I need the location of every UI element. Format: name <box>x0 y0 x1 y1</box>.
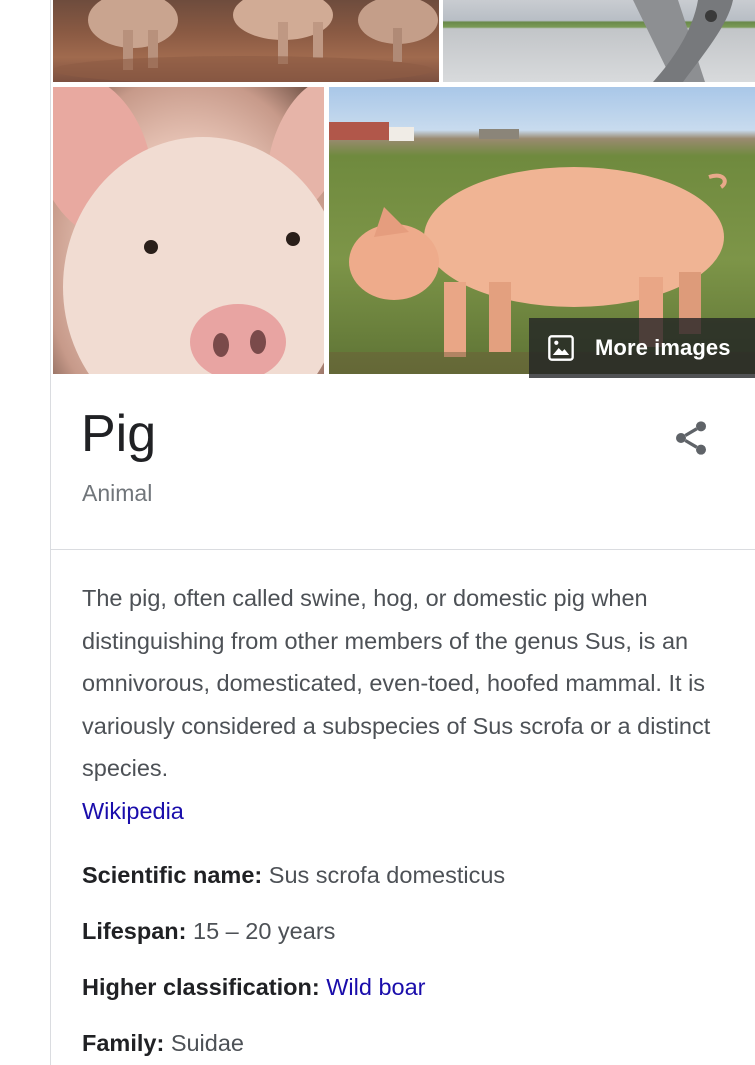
fact-lifespan: Lifespan: 15 – 20 years <box>82 918 335 945</box>
pig-image-face[interactable] <box>53 87 324 374</box>
fact-value: Suidae <box>170 1030 244 1056</box>
fact-family: Family: Suidae <box>82 1030 244 1057</box>
fact-value: 15 – 20 years <box>193 918 336 944</box>
fact-label: Lifespan: <box>82 918 187 944</box>
pig-face-illustration <box>53 87 324 374</box>
fact-label: Higher classification: <box>82 974 320 1000</box>
share-icon <box>676 421 706 455</box>
wikipedia-link[interactable]: Wikipedia <box>82 798 184 824</box>
fact-label: Scientific name: <box>82 862 263 888</box>
description-text: The pig, often called swine, hog, or dom… <box>82 585 711 781</box>
fact-value: Sus scrofa domesticus <box>268 862 506 888</box>
wild-boar-link[interactable]: Wild boar <box>326 974 425 1000</box>
pig-image-herd[interactable] <box>53 0 439 82</box>
pig-image-road[interactable] <box>443 0 755 82</box>
more-images-button[interactable]: More images <box>529 318 755 378</box>
road-illustration <box>633 0 733 82</box>
section-divider <box>51 549 755 550</box>
image-icon <box>548 335 574 361</box>
entity-title: Pig <box>81 405 157 463</box>
fact-label: Family: <box>82 1030 165 1056</box>
fact-scientific-name: Scientific name: Sus scrofa domesticus <box>82 862 505 889</box>
herd-illustration <box>53 0 438 82</box>
entity-description: The pig, often called swine, hog, or dom… <box>82 577 732 832</box>
fact-higher-classification: Higher classification: Wild boar <box>82 974 425 1001</box>
entity-type: Animal <box>82 480 153 506</box>
share-button[interactable] <box>671 418 711 458</box>
more-images-label: More images <box>595 335 731 360</box>
knowledge-panel: More images Pig Animal The pig, often ca… <box>50 0 755 1065</box>
